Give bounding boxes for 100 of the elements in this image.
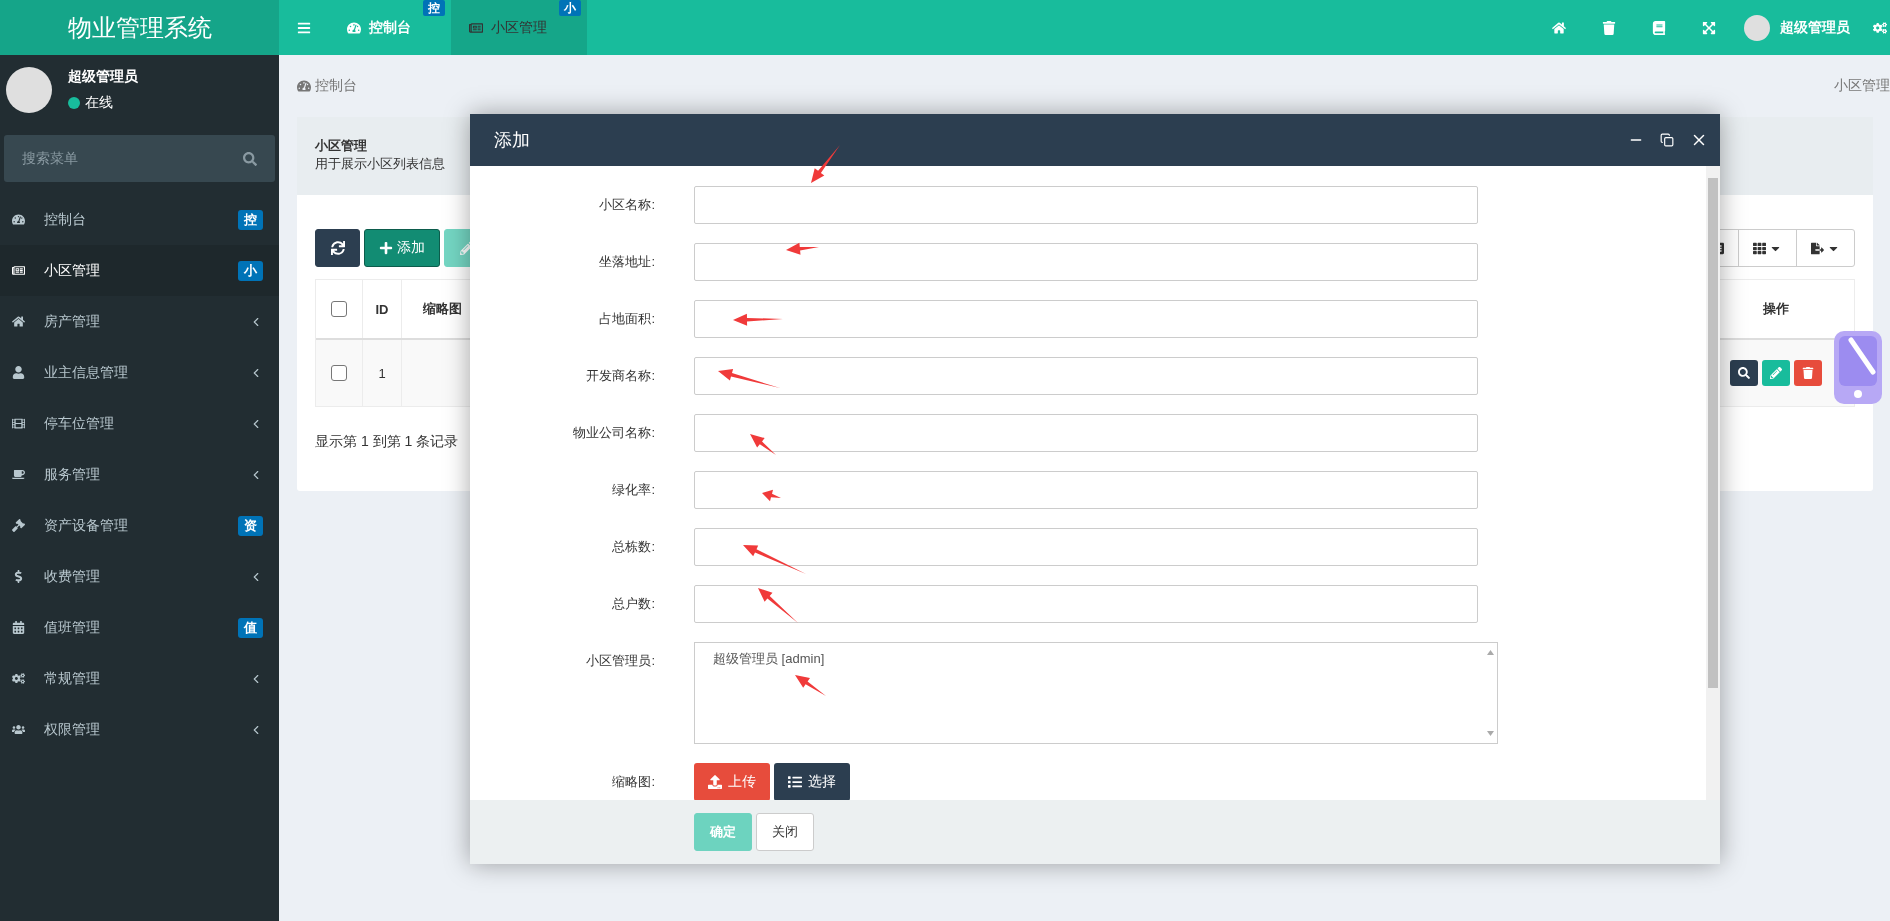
dashboard-icon [12, 213, 25, 226]
menu-item[interactable]: 房产管理 [0, 296, 279, 347]
maximize-icon[interactable] [1660, 133, 1674, 147]
list-icon [469, 20, 483, 35]
menu-badge: 控 [238, 209, 263, 230]
home-icon [12, 315, 25, 328]
menu-item[interactable]: 收费管理 [0, 551, 279, 602]
user-icon [12, 366, 25, 379]
field-label: 绿化率: [611, 481, 655, 499]
field-label: 占地面积: [598, 310, 655, 328]
menu-label: 控制台 [44, 210, 87, 229]
panel-title: 小区管理 [315, 137, 367, 155]
menu-item[interactable]: 停车位管理 [0, 398, 279, 449]
status-text: 在线 [85, 94, 113, 112]
field-label: 小区管理员: [585, 652, 655, 670]
panel-description: 用于展示小区列表信息 [315, 155, 445, 173]
menu-label: 业主信息管理 [44, 363, 129, 382]
dollar-icon [12, 570, 25, 583]
menu-item[interactable]: 业主信息管理 [0, 347, 279, 398]
upload-button[interactable]: 上传 [694, 763, 770, 800]
choose-button[interactable]: 选择 [774, 763, 850, 800]
menu-label: 值班管理 [44, 618, 101, 637]
dashboard-icon [297, 79, 311, 93]
nav-tab[interactable]: 控制台 控 [329, 0, 451, 55]
annotation-arrow [811, 145, 840, 183]
tab-badge: 控 [423, 0, 445, 16]
menu-item[interactable]: 控制台 控 [0, 194, 279, 245]
avatar[interactable] [1744, 14, 1770, 41]
refresh-icon [330, 241, 345, 255]
placeholder: 搜索菜单 [22, 149, 78, 168]
tab-badge: 小 [559, 0, 581, 16]
breadcrumb-current: 小区管理 [1834, 77, 1890, 95]
gavel-icon [12, 519, 25, 532]
field-label: 总栋数: [611, 538, 655, 556]
input-field[interactable] [694, 585, 1478, 623]
scroll-up-icon[interactable] [1486, 650, 1494, 655]
textarea-field[interactable]: 超级管理员 [admin] [694, 642, 1498, 744]
menu-label: 常规管理 [44, 669, 101, 688]
users-icon [12, 723, 25, 736]
field-label: 物业公司名称: [572, 424, 655, 442]
refresh-button[interactable] [315, 229, 360, 267]
input-field[interactable] [694, 300, 1478, 338]
close-button[interactable]: 关闭 [756, 813, 814, 851]
annotation-arrow [786, 242, 819, 255]
input-field[interactable] [694, 357, 1478, 395]
field-label: 小区名称: [598, 196, 655, 214]
checkbox[interactable] [331, 365, 347, 381]
view-button[interactable] [1730, 360, 1758, 386]
cup-icon [12, 468, 25, 481]
field-label: 缩略图: [611, 773, 655, 791]
scrollbar[interactable] [1706, 166, 1720, 800]
list-icon [12, 264, 25, 277]
pagination-info: 显示第 1 到第 1 条记录 [315, 433, 459, 451]
menu-label: 资产设备管理 [44, 516, 129, 535]
input-field[interactable] [694, 471, 1478, 509]
grid-icon [1753, 241, 1766, 255]
film-icon [12, 417, 25, 430]
menu-item[interactable]: 值班管理 值 [0, 602, 279, 653]
menu-item[interactable]: 权限管理 [0, 704, 279, 755]
gears-icon [12, 672, 25, 685]
checkbox[interactable] [331, 301, 347, 317]
export-icon [1811, 241, 1824, 255]
user-name: 超级管理员 [68, 68, 138, 86]
selected-value: 超级管理员 [admin] [713, 650, 825, 668]
field-label: 开发商名称: [585, 367, 655, 385]
input-field[interactable] [694, 414, 1478, 452]
menu-item[interactable]: 资产设备管理 资 [0, 500, 279, 551]
annotation-arrow [750, 434, 776, 455]
nav-tab[interactable]: 小区管理 小 [451, 0, 587, 55]
menu-label: 服务管理 [44, 465, 101, 484]
menu-item[interactable]: 服务管理 [0, 449, 279, 500]
annotation-arrow [762, 489, 781, 502]
menu-label: 收费管理 [44, 567, 101, 586]
search-icon[interactable] [243, 151, 257, 166]
upload-icon [708, 775, 722, 789]
menu-badge: 小 [238, 260, 263, 281]
app-logo: 物业管理系统 [0, 0, 279, 55]
add-button[interactable]: 添加 [364, 229, 440, 267]
input-field[interactable] [694, 528, 1478, 566]
menu-item[interactable]: 常规管理 [0, 653, 279, 704]
input-field[interactable] [694, 243, 1478, 281]
delete-button[interactable] [1794, 360, 1822, 386]
calendar-icon [12, 621, 25, 634]
menu-label: 房产管理 [44, 312, 101, 331]
search-icon [1738, 367, 1750, 379]
avatar [6, 67, 52, 113]
menu-label: 权限管理 [44, 720, 101, 739]
annotation-arrow [743, 545, 806, 574]
trash-icon [1802, 367, 1814, 379]
scroll-down-icon[interactable] [1486, 731, 1494, 736]
menu-label: 小区管理 [44, 261, 101, 280]
floating-app-icon[interactable] [1833, 330, 1883, 405]
menu-item[interactable]: 小区管理 小 [0, 245, 279, 296]
plus-icon [379, 241, 393, 255]
dialog-title: 添加 [494, 129, 530, 152]
input-field[interactable] [694, 186, 1478, 224]
pencil-icon [1770, 367, 1782, 379]
breadcrumb-link[interactable]: 控制台 [315, 77, 357, 95]
list-icon [788, 775, 802, 789]
table-cell: 1 [362, 340, 401, 406]
